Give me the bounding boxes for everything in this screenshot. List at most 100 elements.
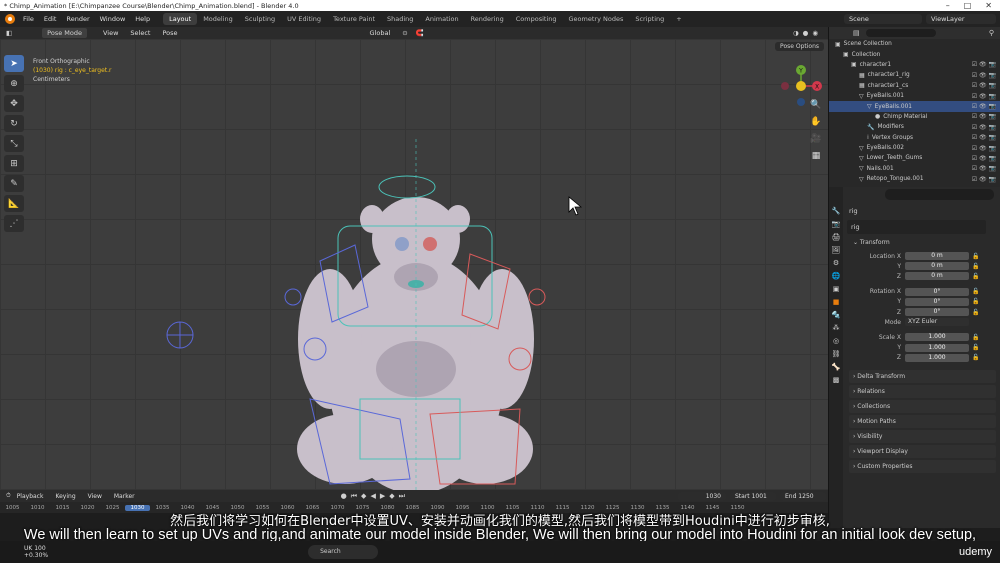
visibility-toggle-icon[interactable]: ☑ 👁 📷 [972, 124, 996, 131]
rotation-value-field[interactable]: 0° [905, 308, 969, 317]
viewport-menu-pose[interactable]: Pose [156, 29, 183, 37]
view-layer-selector[interactable]: ViewLayer [926, 14, 996, 24]
next-key-icon[interactable]: ◆ [389, 492, 394, 501]
outliner-row[interactable]: ▽ Retopo_Tongue.001 ☑ 👁 📷 [829, 174, 1000, 184]
stock-widget[interactable]: UK 100 +0.30% [0, 545, 48, 559]
3d-viewport[interactable]: ➤ ⊕ ✥ ↻ ⤡ ⊞ ✎ 📐 ⋰ Front Orthographic (10… [0, 39, 828, 490]
properties-section-header[interactable]: › Delta Transform [849, 369, 996, 383]
outliner-row[interactable]: ▽ EyeBalls.001 ☑ 👁 📷 [829, 101, 1000, 112]
jump-end-icon[interactable]: ⏭ [399, 492, 405, 501]
visibility-toggle-icon[interactable]: ☑ 👁 📷 [972, 103, 996, 110]
outliner-row[interactable]: ▽ EyeBalls.002 ☑ 👁 📷 [829, 143, 1000, 153]
viewport-menu-select[interactable]: Select [124, 29, 156, 37]
outliner-row[interactable]: ▣ character1 ☑ 👁 📷 [829, 60, 1000, 70]
lock-icon[interactable]: 🔓 [972, 273, 979, 280]
outliner-row[interactable]: ● Chimp Material ☑ 👁 📷 [829, 112, 1000, 122]
pose-options-button[interactable]: Pose Options [775, 42, 824, 51]
location-value-field[interactable]: 0 m [905, 262, 969, 271]
constraints-tab-icon[interactable]: ⛓ [832, 350, 841, 358]
outliner-row[interactable]: ▽ Nails.001 ☑ 👁 📷 [829, 164, 1000, 174]
rotation-value-field[interactable]: 0° [905, 297, 969, 306]
visibility-toggle-icon[interactable]: ☑ 👁 📷 [972, 82, 996, 89]
workspace-tab-uv-editing[interactable]: UV Editing [281, 13, 327, 25]
menu-file[interactable]: File [18, 15, 39, 23]
particles-tab-icon[interactable]: ⁂ [833, 324, 840, 332]
rotation-value-field[interactable]: 0° [905, 287, 969, 296]
snap-icon[interactable]: 🧲 [416, 29, 424, 37]
timeline-editor-icon[interactable]: ⏱ [0, 492, 11, 500]
workspace-tab-animation[interactable]: Animation [419, 13, 464, 25]
record-icon[interactable]: ● [341, 492, 347, 501]
visibility-toggle-icon[interactable]: ☑ 👁 📷 [972, 72, 996, 79]
timeline-menu-view[interactable]: View [82, 493, 108, 500]
timeline-menu-keying[interactable]: Keying [49, 493, 81, 500]
properties-section-header[interactable]: › Motion Paths [849, 414, 996, 428]
workspace-tab-shading[interactable]: Shading [381, 13, 419, 25]
minimize-icon[interactable]: – [946, 1, 950, 10]
visibility-toggle-icon[interactable]: ☑ 👁 📷 [972, 134, 996, 141]
jump-start-icon[interactable]: ⏮ [351, 492, 357, 501]
cursor-tool-icon[interactable]: ⊕ [4, 75, 24, 92]
location-value-field[interactable]: 0 m [905, 272, 969, 281]
menu-edit[interactable]: Edit [39, 15, 62, 23]
scale-tool-icon[interactable]: ⤡ [4, 135, 24, 152]
ortho-grid-icon[interactable]: ▦ [810, 150, 822, 162]
start-frame-field[interactable]: Start 1001 [730, 491, 776, 501]
outliner-row[interactable]: 🔧 Modifiers ☑ 👁 📷 [829, 122, 1000, 132]
outliner-row[interactable]: ▦ character1_rig ☑ 👁 📷 [829, 70, 1000, 80]
visibility-toggle-icon[interactable]: ☑ 👁 📷 [972, 176, 996, 183]
workspace-tab-scripting[interactable]: Scripting [629, 13, 670, 25]
prev-key-icon[interactable]: ◆ [361, 492, 366, 501]
outliner-search-input[interactable] [865, 29, 936, 37]
viewport-menu-view[interactable]: View [97, 29, 124, 37]
workspace-tab-modeling[interactable]: Modeling [197, 13, 239, 25]
filter-funnel-icon[interactable]: ⚲ [989, 29, 994, 37]
timeline-menu-playback[interactable]: Playback [11, 493, 50, 500]
scale-value-field[interactable]: 1.000 [905, 343, 969, 352]
add-workspace-icon[interactable]: + [670, 13, 687, 25]
timeline-menu-marker[interactable]: Marker [108, 493, 141, 500]
menu-window[interactable]: Window [95, 15, 131, 23]
outliner-row[interactable]: ▽ Lower_Teeth_Gums ☑ 👁 📷 [829, 153, 1000, 163]
pivot-icon[interactable]: ⊙ [402, 29, 407, 37]
play-reverse-icon[interactable]: ◀ [370, 492, 375, 501]
outliner-row[interactable]: ▽ EyeBalls.001 ☑ 👁 📷 [829, 91, 1000, 101]
workspace-tab-layout[interactable]: Layout [163, 13, 198, 25]
properties-section-header[interactable]: › Viewport Display [849, 444, 996, 458]
tool-tab-icon[interactable]: 🔧 [832, 207, 841, 215]
physics-tab-icon[interactable]: ◎ [833, 337, 839, 345]
modifier-tab-icon[interactable]: 🔩 [832, 311, 841, 319]
scale-value-field[interactable]: 1.000 [905, 333, 969, 342]
visibility-toggle-icon[interactable]: ☑ 👁 📷 [972, 165, 996, 172]
lock-icon[interactable]: 🔓 [972, 253, 979, 260]
properties-section-header[interactable]: › Custom Properties [849, 459, 996, 473]
collection-tab-icon[interactable]: ▣ [833, 285, 840, 293]
editor-type-icon[interactable]: ◧ [0, 29, 12, 37]
visibility-toggle-icon[interactable]: ☑ 👁 📷 [972, 93, 996, 100]
properties-section-header[interactable]: › Relations [849, 384, 996, 398]
blender-logo-icon[interactable] [5, 14, 15, 24]
mode-selector[interactable]: Pose Mode [42, 28, 87, 38]
outliner-filter-icon[interactable]: ▤ [853, 29, 860, 37]
lock-icon[interactable]: 🔓 [972, 309, 979, 316]
lock-icon[interactable]: 🔓 [972, 334, 979, 341]
outliner-row[interactable]: ▦ character1_cs ☑ 👁 📷 [829, 81, 1000, 91]
outliner-row[interactable]: ▣ Scene Collection [829, 39, 1000, 49]
outliner-row[interactable]: ▣ Collection [829, 49, 1000, 59]
lock-icon[interactable]: 🔓 [972, 263, 979, 270]
zoom-icon[interactable]: 🔍 [810, 99, 822, 111]
transform-orientation-selector[interactable]: Global [364, 29, 397, 37]
properties-search-input[interactable] [885, 189, 994, 200]
taskbar-search-input[interactable]: Search [308, 545, 379, 559]
menu-render[interactable]: Render [61, 15, 94, 23]
menu-help[interactable]: Help [130, 15, 155, 23]
end-frame-field[interactable]: End 1250 [780, 491, 826, 501]
scene-tab-icon[interactable]: ⚙ [833, 259, 839, 267]
current-frame-field[interactable]: 1030 [678, 491, 726, 501]
pan-hand-icon[interactable]: ✋ [810, 116, 822, 128]
transform-tool-icon[interactable]: ⊞ [4, 155, 24, 172]
workspace-tab-rendering[interactable]: Rendering [465, 13, 510, 25]
scale-value-field[interactable]: 1.000 [905, 353, 969, 362]
lock-icon[interactable]: 🔓 [972, 344, 979, 351]
measure-tool-icon[interactable]: 📐 [4, 195, 24, 212]
